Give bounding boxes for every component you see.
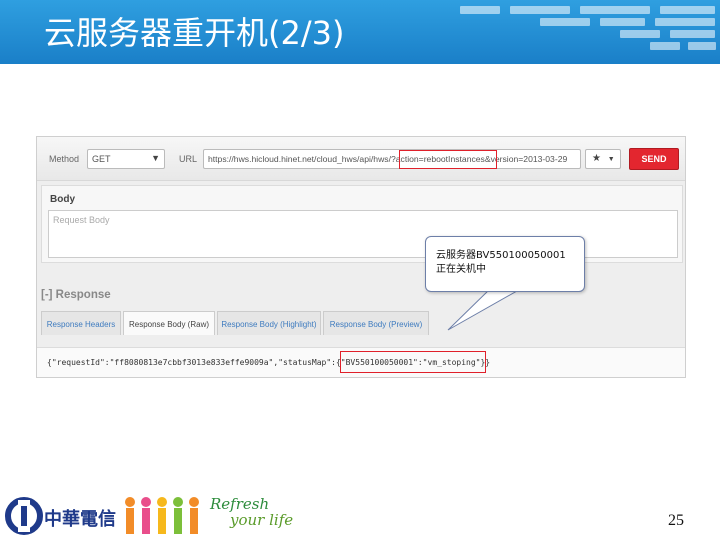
tab-response-headers[interactable]: Response Headers	[41, 311, 121, 335]
method-value: GET	[92, 154, 111, 164]
method-select[interactable]: GET ▼	[87, 149, 165, 169]
company-logo-icon	[5, 497, 43, 535]
body-title: Body	[50, 194, 75, 205]
slogan-line-2: your life	[230, 511, 294, 529]
banner-decoration	[390, 0, 720, 64]
callout-pointer	[447, 286, 526, 331]
slide-title: 云服务器重开机(2/3)	[44, 14, 345, 52]
url-input[interactable]: https://hws.hicloud.hinet.net/cloud_hws/…	[203, 149, 581, 169]
response-title[interactable]: [-] Response	[41, 289, 111, 301]
rest-client-screenshot: Method GET ▼ URL https://hws.hicloud.hin…	[36, 136, 686, 378]
brand-name: 中華電信	[44, 509, 116, 530]
send-button[interactable]: SEND	[629, 148, 679, 170]
callout-line-1: 云服务器BV550100050001	[436, 250, 566, 261]
tab-response-body-raw[interactable]: Response Body (Raw)	[123, 311, 215, 335]
tab-response-body-highlight[interactable]: Response Body (Highlight)	[217, 311, 321, 335]
callout-line-2: 正在关机中	[436, 264, 486, 275]
people-logo-icon	[125, 497, 199, 534]
title-banner: 云服务器重开机(2/3)	[0, 0, 720, 64]
chevron-down-icon: ▼	[151, 153, 160, 163]
star-icon: ★	[592, 153, 601, 164]
tab-response-body-preview[interactable]: Response Body (Preview)	[323, 311, 429, 335]
action-highlight	[399, 150, 497, 169]
method-label: Method	[49, 154, 80, 164]
request-bar: Method GET ▼ URL https://hws.hicloud.hin…	[37, 137, 685, 181]
body-section: Body Request Body	[41, 185, 683, 263]
status-callout: 云服务器BV550100050001 正在关机中	[425, 236, 585, 292]
slogan-line-1: Refresh	[210, 495, 270, 513]
status-highlight	[340, 351, 486, 373]
chevron-down-icon: ▼	[607, 156, 615, 163]
page-number: 25	[668, 512, 684, 529]
favorite-button[interactable]: ★ ▼	[585, 149, 621, 169]
slogan: Refresh your life	[210, 496, 293, 528]
url-label: URL	[179, 154, 198, 164]
